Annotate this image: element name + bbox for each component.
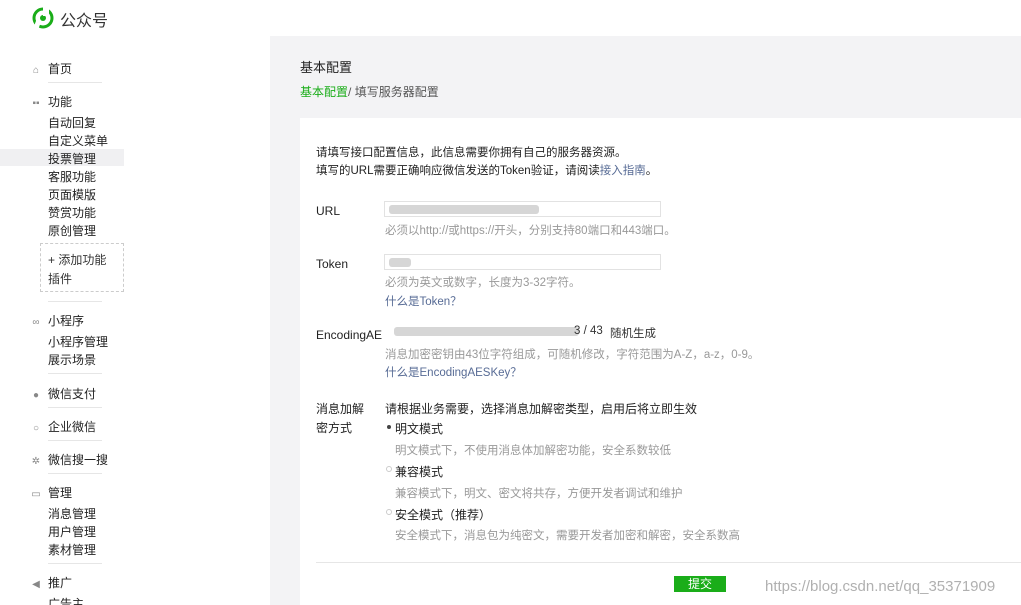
sidebar-divider <box>48 301 102 302</box>
sparkle-icon: ✲ <box>31 456 41 467</box>
submit-button[interactable]: 提交 <box>674 576 726 592</box>
blurred-value <box>394 327 579 336</box>
sidebar-item-wechat-pay[interactable]: ● 微信支付 <box>30 385 96 402</box>
sidebar-section-features[interactable]: ▪▪ 功能 <box>30 93 72 110</box>
home-icon: ⌂ <box>32 65 40 76</box>
sidebar-item-home[interactable]: ⌂ 首页 <box>30 60 72 77</box>
access-guide-link[interactable]: 接入指南 <box>600 165 646 177</box>
grid-icon: ▪▪ <box>32 98 40 109</box>
top-bar: 公众号 <box>0 0 1021 36</box>
radio-secure[interactable] <box>386 509 392 515</box>
miniprogram-icon: ∞ <box>32 317 40 328</box>
intro-line-1: 请填写接口配置信息，此信息需要你拥有自己的服务器资源。 <box>316 147 627 159</box>
inbox-icon: ▭ <box>31 489 41 500</box>
sidebar-divider <box>48 473 102 474</box>
sidebar-item-display-scene[interactable]: 展示场景 <box>48 351 96 368</box>
sidebar-item-work-wechat[interactable]: ○ 企业微信 <box>30 418 96 435</box>
radio-compatible[interactable] <box>386 466 392 472</box>
token-label: Token <box>316 257 349 271</box>
sidebar-item-original[interactable]: 原创管理 <box>48 222 96 239</box>
radio-compatible-hint: 兼容模式下，明文、密文将共存，方便开发者调试和维护 <box>395 488 683 500</box>
url-input[interactable] <box>384 201 661 217</box>
page-title: 基本配置 <box>300 60 353 75</box>
add-feature-plugin-button[interactable]: + 添加功能 插件 <box>40 243 124 292</box>
radio-secure-label[interactable]: 安全模式（推荐） <box>395 506 491 523</box>
aeskey-label: EncodingAE <box>316 328 383 342</box>
sidebar-divider <box>48 373 102 374</box>
what-is-aeskey-link[interactable]: 什么是EncodingAESKey？ <box>385 364 522 380</box>
radio-plaintext[interactable] <box>387 425 391 429</box>
url-hint: 必须以http://或https://开头，分别支持80端口和443端口。 <box>385 225 676 237</box>
breadcrumb-current: 填写服务器配置 <box>354 85 439 99</box>
sidebar-item-message-manage[interactable]: 消息管理 <box>48 505 96 522</box>
blurred-value <box>389 258 411 267</box>
sidebar-item-reward[interactable]: 赞赏功能 <box>48 204 96 221</box>
aeskey-hint: 消息加密密钥由43位字符组成，可随机修改，字符范围为A-Z，a-z，0-9。 <box>385 349 760 361</box>
sidebar-divider <box>48 440 102 441</box>
watermark: https://blog.csdn.net/qq_35371909 <box>765 578 996 595</box>
sidebar-divider <box>48 563 102 564</box>
radio-plaintext-label[interactable]: 明文模式 <box>395 420 443 437</box>
brand-title[interactable]: 公众号 <box>60 7 108 31</box>
aeskey-counter: 3 / 43 <box>574 325 603 337</box>
sidebar-section-miniprogram[interactable]: ∞ 小程序 <box>30 312 84 329</box>
aeskey-input[interactable]: 3 / 43 随机生成 <box>384 324 658 340</box>
what-is-token-link[interactable]: 什么是Token？ <box>385 293 462 309</box>
add-feature-label: + 添加功能 <box>48 253 107 267</box>
radio-compatible-label[interactable]: 兼容模式 <box>395 463 443 480</box>
token-input[interactable] <box>384 254 661 270</box>
sidebar-item-advertiser[interactable]: 广告主 <box>48 595 84 605</box>
encrypt-label-line-1: 消息加解 <box>316 402 365 416</box>
url-label: URL <box>316 204 341 218</box>
breadcrumb: 基本配置/ 填写服务器配置 <box>300 85 439 99</box>
random-generate-link[interactable]: 随机生成 <box>610 325 656 341</box>
sidebar-item-vote[interactable]: 投票管理 <box>48 150 96 167</box>
sidebar-item-search[interactable]: ✲ 微信搜一搜 <box>30 451 108 468</box>
token-hint: 必须为英文或数字，长度为3-32字符。 <box>385 277 581 289</box>
plugin-label: 插件 <box>48 272 73 286</box>
intro-line-2: 填写的URL需要正确响应微信发送的Token验证，请阅读接入指南。 <box>316 165 658 177</box>
wechat-public-logo-icon[interactable] <box>32 7 54 29</box>
sidebar-item-user-manage[interactable]: 用户管理 <box>48 523 96 540</box>
pay-icon: ● <box>32 390 40 401</box>
sidebar-item-page-template[interactable]: 页面模版 <box>48 186 96 203</box>
sidebar-section-promote[interactable]: ◀ 推广 <box>30 574 72 591</box>
radio-secure-hint: 安全模式下，消息包为纯密文，需要开发者加密和解密，安全系数高 <box>395 530 740 542</box>
sidebar-item-material-manage[interactable]: 素材管理 <box>48 541 96 558</box>
encrypt-description: 请根据业务需要，选择消息加解密类型，启用后将立即生效 <box>385 402 698 416</box>
form-divider <box>316 562 1021 563</box>
sidebar-item-customer-service[interactable]: 客服功能 <box>48 168 96 185</box>
sidebar-divider <box>48 407 102 408</box>
sidebar-divider <box>48 82 102 83</box>
megaphone-icon: ◀ <box>32 579 40 590</box>
sidebar-item-custom-menu[interactable]: 自定义菜单 <box>48 132 108 149</box>
sidebar-item-auto-reply[interactable]: 自动回复 <box>48 114 96 131</box>
blurred-value <box>389 205 539 214</box>
sidebar-section-manage[interactable]: ▭ 管理 <box>30 484 72 501</box>
work-wechat-icon: ○ <box>32 423 40 434</box>
radio-plaintext-hint: 明文模式下，不使用消息体加解密功能，安全系数较低 <box>395 445 671 457</box>
encrypt-label-line-2: 密方式 <box>316 421 353 435</box>
sidebar-item-miniprogram-manage[interactable]: 小程序管理 <box>48 333 108 350</box>
breadcrumb-link-basic-config[interactable]: 基本配置 <box>300 85 348 99</box>
